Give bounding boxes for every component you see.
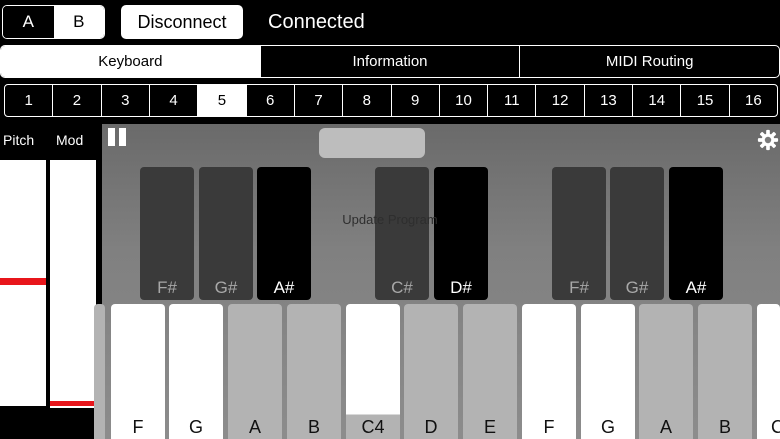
connection-status: Connected <box>268 11 365 33</box>
update-program-text: Update Program <box>342 212 438 227</box>
key-label: G# <box>214 278 238 297</box>
channel-12-button[interactable]: 12 <box>535 85 583 116</box>
pitch-label: Pitch <box>3 132 35 148</box>
channel-1-button[interactable]: 1 <box>5 85 52 116</box>
channel-7-button[interactable]: 7 <box>293 85 342 116</box>
channel-8-button[interactable]: 8 <box>342 85 390 116</box>
key-label: A <box>248 417 261 437</box>
key-label: G <box>600 417 615 437</box>
white-key[interactable]: F <box>111 304 165 439</box>
gear-icon[interactable] <box>757 129 779 151</box>
key-label: B <box>718 417 731 437</box>
key-label: F <box>132 417 144 437</box>
white-key[interactable]: G <box>581 304 635 439</box>
white-key-partial-right[interactable]: C <box>757 304 780 439</box>
disconnect-button[interactable]: Disconnect <box>121 5 243 39</box>
white-key[interactable]: D <box>404 304 458 439</box>
key-label: C <box>771 417 780 437</box>
device-b-button[interactable]: B <box>53 6 104 38</box>
key-label: E <box>483 417 496 437</box>
mod-wheel-indicator <box>50 401 96 406</box>
white-key[interactable]: A <box>639 304 693 439</box>
channel-13-button[interactable]: 13 <box>583 85 632 116</box>
key-label: G# <box>625 278 649 297</box>
channel-10-button[interactable]: 10 <box>438 85 487 116</box>
channel-5-button[interactable]: 5 <box>197 85 246 116</box>
white-key[interactable]: B <box>698 304 752 439</box>
pause-icon[interactable] <box>108 128 126 146</box>
black-key[interactable]: F# <box>552 167 606 300</box>
tab-keyboard[interactable]: Keyboard <box>1 46 260 77</box>
device-segmented-control: A B <box>2 5 105 39</box>
main-tabs: Keyboard Information MIDI Routing <box>0 45 780 78</box>
white-key-c4[interactable]: C4 <box>346 304 400 439</box>
channel-2-button[interactable]: 2 <box>52 85 100 116</box>
black-key[interactable]: A# <box>669 167 723 300</box>
key-label: D <box>424 417 438 437</box>
key-label: G <box>188 417 203 437</box>
black-key[interactable]: G# <box>199 167 253 300</box>
key-label: B <box>307 417 320 437</box>
tab-information[interactable]: Information <box>259 46 520 77</box>
black-key[interactable]: F# <box>140 167 194 300</box>
black-key[interactable]: A# <box>257 167 311 300</box>
white-key[interactable]: F <box>522 304 576 439</box>
drag-handle[interactable] <box>319 128 425 158</box>
key-label: A <box>659 417 672 437</box>
pitch-wheel-indicator <box>0 278 46 285</box>
white-key-partial-left[interactable] <box>94 304 105 439</box>
key-label: D# <box>450 278 472 297</box>
black-key[interactable]: G# <box>610 167 664 300</box>
channel-6-button[interactable]: 6 <box>245 85 294 116</box>
white-key[interactable]: G <box>169 304 223 439</box>
channel-16-button[interactable]: 16 <box>728 85 777 116</box>
channel-14-button[interactable]: 14 <box>632 85 680 116</box>
black-key[interactable]: D# <box>434 167 488 300</box>
key-label: C4 <box>361 417 385 437</box>
channel-3-button[interactable]: 3 <box>100 85 149 116</box>
mod-label: Mod <box>56 132 84 148</box>
key-label: F# <box>569 278 589 297</box>
device-a-button[interactable]: A <box>3 6 54 38</box>
key-label: A# <box>685 278 707 297</box>
tab-midi-routing[interactable]: MIDI Routing <box>519 46 779 77</box>
key-label: A# <box>273 278 295 297</box>
white-key[interactable]: B <box>287 304 341 439</box>
mod-wheel[interactable] <box>50 160 96 408</box>
channel-15-button[interactable]: 15 <box>680 85 728 116</box>
key-label: F <box>543 417 555 437</box>
white-key[interactable]: A <box>228 304 282 439</box>
pitch-wheel[interactable] <box>0 160 46 406</box>
black-key[interactable]: C# <box>375 167 429 300</box>
channel-9-button[interactable]: 9 <box>390 85 439 116</box>
channel-4-button[interactable]: 4 <box>148 85 197 116</box>
midi-channel-selector: 1 2 3 4 5 6 7 8 9 10 11 12 13 14 15 16 <box>4 84 778 117</box>
key-label: F# <box>157 278 177 297</box>
white-key[interactable]: E <box>463 304 517 439</box>
channel-11-button[interactable]: 11 <box>487 85 535 116</box>
key-label: C# <box>391 278 413 297</box>
